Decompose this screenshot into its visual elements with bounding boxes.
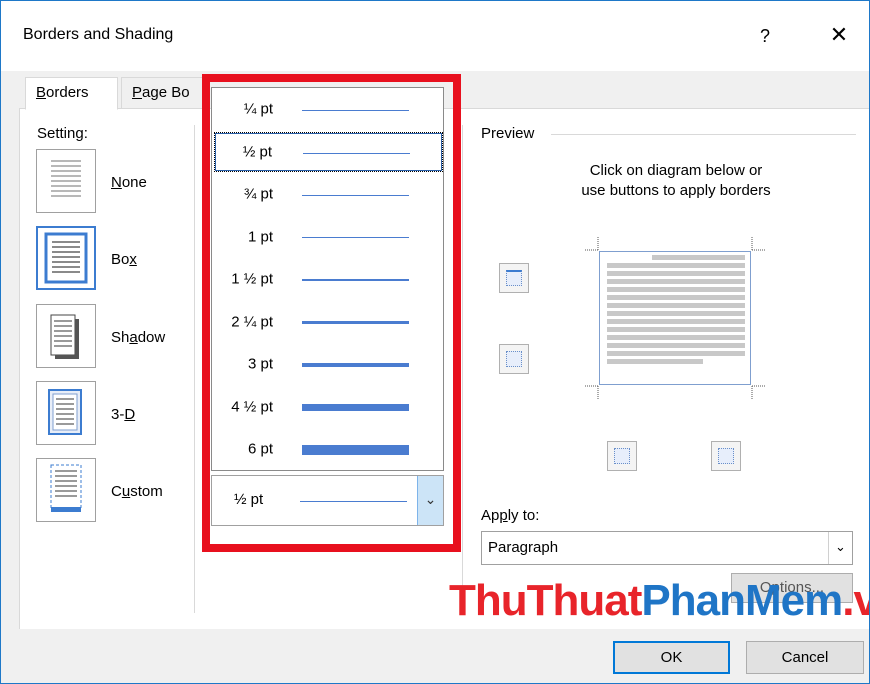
width-option-line [302, 321, 409, 324]
setting-custom-label: Custom [111, 483, 163, 500]
top-border-button[interactable] [499, 263, 529, 293]
setting-3d-label: 3-D [111, 406, 136, 423]
width-option[interactable]: 2 ¼ pt [214, 302, 443, 342]
width-selected-value: ½ pt [234, 491, 264, 508]
right-border-button[interactable] [711, 441, 741, 471]
chevron-down-icon[interactable]: ⌄ [828, 532, 852, 564]
tab-borders[interactable]: Borders [25, 77, 118, 110]
chevron-down-icon[interactable]: ⌄ [417, 476, 443, 525]
title-bar: Borders and Shading ? ✕ [1, 1, 869, 71]
preview-divider [462, 125, 463, 613]
corner-mark-bottom-left [585, 385, 599, 399]
width-selected-line [300, 501, 407, 502]
width-option-line [303, 153, 410, 154]
width-option[interactable]: 6 pt [214, 429, 443, 469]
width-option-line [302, 404, 409, 411]
tab-page-border[interactable]: Page Bo [121, 77, 221, 109]
width-option-label: 2 ¼ pt [231, 313, 273, 330]
width-option[interactable]: 4 ½ pt [214, 387, 443, 427]
width-option[interactable]: 1 pt [214, 217, 443, 257]
corner-mark-bottom-right [751, 385, 765, 399]
corner-mark-top-right [751, 237, 765, 251]
setting-shadow-icon [50, 314, 79, 359]
setting-box-icon [44, 232, 88, 284]
width-select[interactable]: ½ pt ⌄ [211, 475, 444, 526]
inside-horizontal-border-icon [506, 351, 522, 367]
width-option[interactable]: 1 ½ pt [214, 259, 443, 299]
setting-custom-button[interactable] [36, 458, 96, 522]
setting-3d-icon [48, 389, 82, 435]
width-option-line [302, 363, 409, 367]
width-option[interactable]: 3 pt [214, 344, 443, 384]
setting-custom-icon [50, 464, 82, 512]
preview-title: Preview [481, 125, 535, 142]
setting-none-button[interactable] [36, 149, 96, 213]
help-button[interactable]: ? [747, 19, 783, 53]
width-option-label: 3 pt [247, 355, 273, 373]
right-border-icon [718, 448, 734, 464]
preview-diagram-text [607, 255, 745, 367]
setting-shadow-button[interactable] [36, 304, 96, 368]
cancel-button[interactable]: Cancel [746, 641, 864, 674]
width-option[interactable]: ¾ pt [214, 174, 443, 214]
setting-divider [194, 125, 195, 613]
ok-button[interactable]: OK [613, 641, 730, 674]
setting-none-icon [51, 160, 81, 197]
width-option-line [302, 237, 409, 238]
width-option[interactable]: ¼ pt [214, 89, 443, 129]
corner-mark-top-left [585, 237, 599, 251]
width-option-label: 1 ½ pt [231, 270, 273, 288]
setting-label: Setting: [37, 125, 88, 142]
width-option-label: 6 pt [247, 440, 273, 458]
apply-to-label: Apply to: [481, 507, 540, 524]
apply-to-value: Paragraph [488, 539, 559, 556]
watermark-logo: ThuThuatPhanMem.vn [449, 576, 869, 625]
preview-rule [551, 134, 856, 135]
borders-and-shading-dialog: Borders and Shading ? ✕ Borders Page Bo … [0, 0, 870, 684]
dialog-title: Borders and Shading [23, 26, 174, 43]
width-option-line [302, 109, 409, 111]
width-option-line [302, 279, 409, 281]
width-dropdown-list[interactable]: ¼ pt ½ pt ¾ pt 1 pt 1 ½ pt 2 ¼ pt 3 pt 4 ½ pt 6 … [211, 87, 444, 471]
width-option-label: ¼ pt [243, 100, 273, 118]
width-option-line [302, 445, 409, 455]
setting-shadow-label: Shadow [111, 329, 166, 346]
width-option-label: 1 pt [247, 228, 273, 245]
setting-3d-button[interactable] [36, 381, 96, 445]
close-button[interactable]: ✕ [817, 19, 861, 53]
width-option-line [302, 194, 409, 196]
top-border-icon [506, 270, 522, 286]
setting-none-label: None [111, 174, 147, 191]
preview-help-text: Click on diagram below or use buttons to… [581, 162, 771, 199]
width-option-label: ½ pt [242, 143, 272, 160]
left-border-icon [614, 448, 630, 464]
left-border-button[interactable] [607, 441, 637, 471]
apply-to-select[interactable]: Paragraph ⌄ [481, 531, 853, 565]
inside-horizontal-border-button[interactable] [499, 344, 529, 374]
setting-box-button[interactable] [36, 226, 96, 290]
setting-box-label: Box [111, 251, 137, 268]
width-option-label: 4 ½ pt [231, 398, 273, 415]
width-option[interactable]: ½ pt [214, 131, 443, 172]
width-option-label: ¾ pt [243, 185, 273, 203]
